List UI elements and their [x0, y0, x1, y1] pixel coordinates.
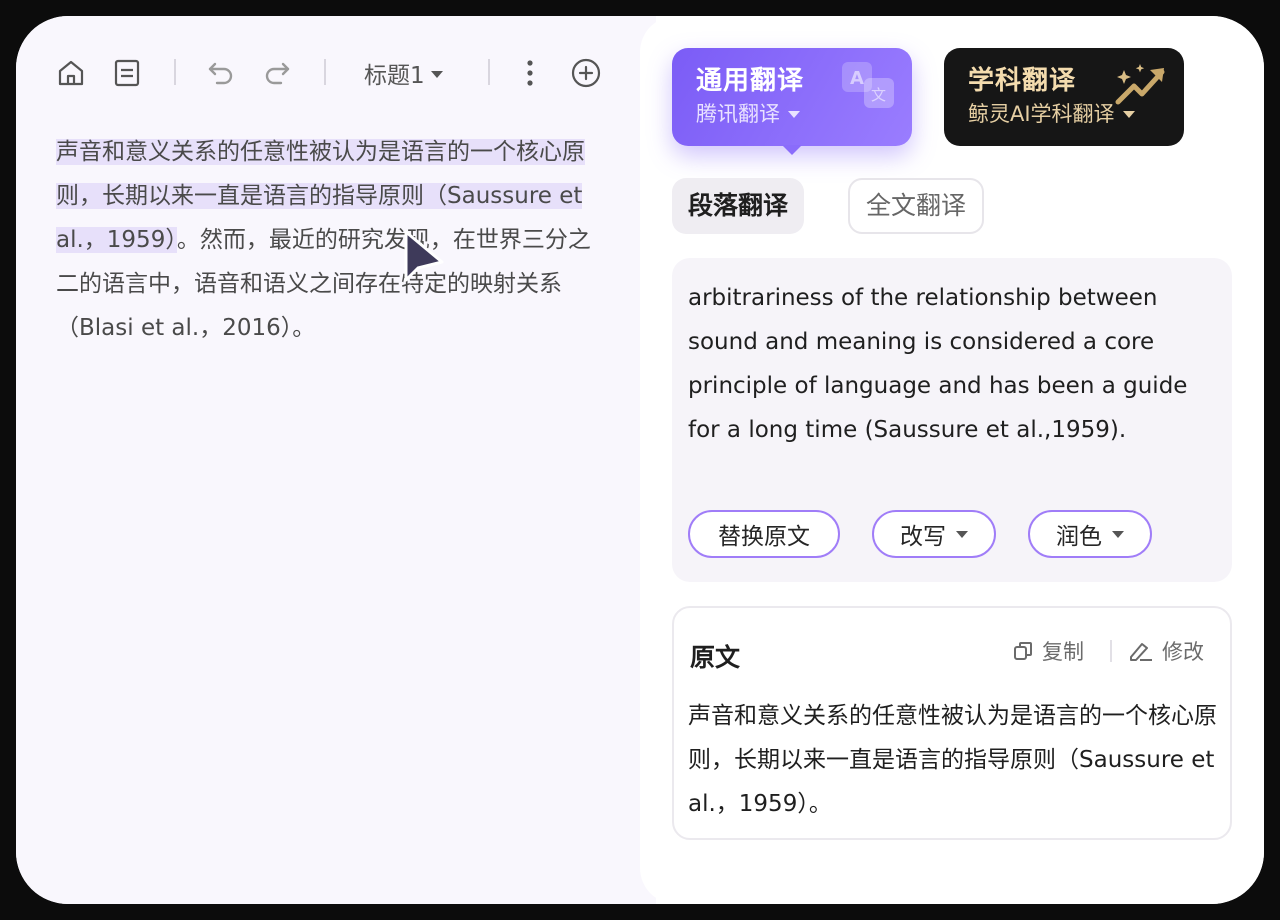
add-circle-icon[interactable]	[569, 56, 603, 90]
subject-translation-card[interactable]: 学科翻译 鲸灵AI学科翻译	[944, 48, 1184, 146]
edit-icon	[1130, 643, 1152, 661]
svg-text:A: A	[850, 68, 864, 89]
subject-provider-label: 鲸灵AI学科翻译	[968, 102, 1115, 126]
home-icon[interactable]	[54, 56, 88, 90]
edit-label: 修改	[1162, 640, 1204, 664]
app-window: 标题1 声音和意义关系的任意性被认为是语言的一个核心原则，长期以来一直是语言的指…	[16, 16, 1264, 904]
rewrite-button[interactable]: 改写	[872, 510, 996, 558]
svg-text:文: 文	[871, 86, 886, 104]
editor-toolbar: 标题1	[16, 16, 656, 128]
toolbar-divider	[174, 59, 176, 85]
translation-panel: A 文 通用翻译 腾讯翻译 学科翻译 鲸灵AI学科翻译 段落翻译 全文翻译 ar…	[640, 16, 1264, 904]
replace-original-button[interactable]: 替换原文	[688, 510, 840, 558]
translation-result-card: arbitrariness of the relationship betwee…	[672, 258, 1232, 582]
replace-original-label: 替换原文	[718, 524, 810, 550]
mouse-pointer-icon	[400, 228, 448, 290]
polish-label: 润色	[1056, 524, 1102, 550]
action-divider	[1110, 640, 1112, 662]
redo-icon[interactable]	[260, 56, 294, 90]
chevron-down-icon	[430, 70, 443, 78]
editor-pane: 标题1 声音和意义关系的任意性被认为是语言的一个核心原则，长期以来一直是语言的指…	[16, 16, 656, 904]
translate-icon: A 文	[842, 62, 894, 108]
document-paragraph[interactable]: 声音和意义关系的任意性被认为是语言的一个核心原则，长期以来一直是语言的指导原则（…	[56, 130, 608, 350]
translation-result-text: arbitrariness of the relationship betwee…	[688, 285, 1188, 443]
undo-icon[interactable]	[204, 56, 238, 90]
trending-up-icon	[1115, 64, 1165, 105]
copy-label: 复制	[1042, 640, 1084, 664]
tab-paragraph-translation[interactable]: 段落翻译	[672, 178, 805, 234]
heading-style-label: 标题1	[364, 63, 425, 89]
general-translation-card[interactable]: A 文 通用翻译 腾讯翻译	[672, 48, 912, 155]
polish-button[interactable]: 润色	[1028, 510, 1152, 558]
chevron-down-icon	[1112, 530, 1124, 538]
original-heading: 原文	[690, 643, 741, 672]
document-icon[interactable]	[110, 56, 144, 90]
original-text: 声音和意义关系的任意性被认为是语言的一个核心原则，长期以来一直是语言的指导原则（…	[688, 703, 1217, 817]
heading-style-select[interactable]: 标题1	[364, 56, 443, 90]
tab-full-translation[interactable]: 全文翻译	[848, 178, 985, 234]
rewrite-label: 改写	[900, 524, 946, 550]
copy-button[interactable]: 复制	[1012, 636, 1084, 666]
general-provider-label: 腾讯翻译	[696, 102, 780, 126]
toolbar-divider	[488, 59, 490, 85]
toolbar-divider	[324, 59, 326, 85]
chevron-down-icon	[788, 110, 800, 118]
chevron-down-icon	[956, 530, 968, 538]
edit-button[interactable]: 修改	[1128, 636, 1204, 666]
copy-icon	[1014, 642, 1032, 660]
original-text-card: 原文 复制 修改 声音和意义关系的任意性被认为是语言的一个核心原则，长期以来一直…	[672, 606, 1232, 840]
more-vertical-icon[interactable]	[513, 56, 547, 90]
